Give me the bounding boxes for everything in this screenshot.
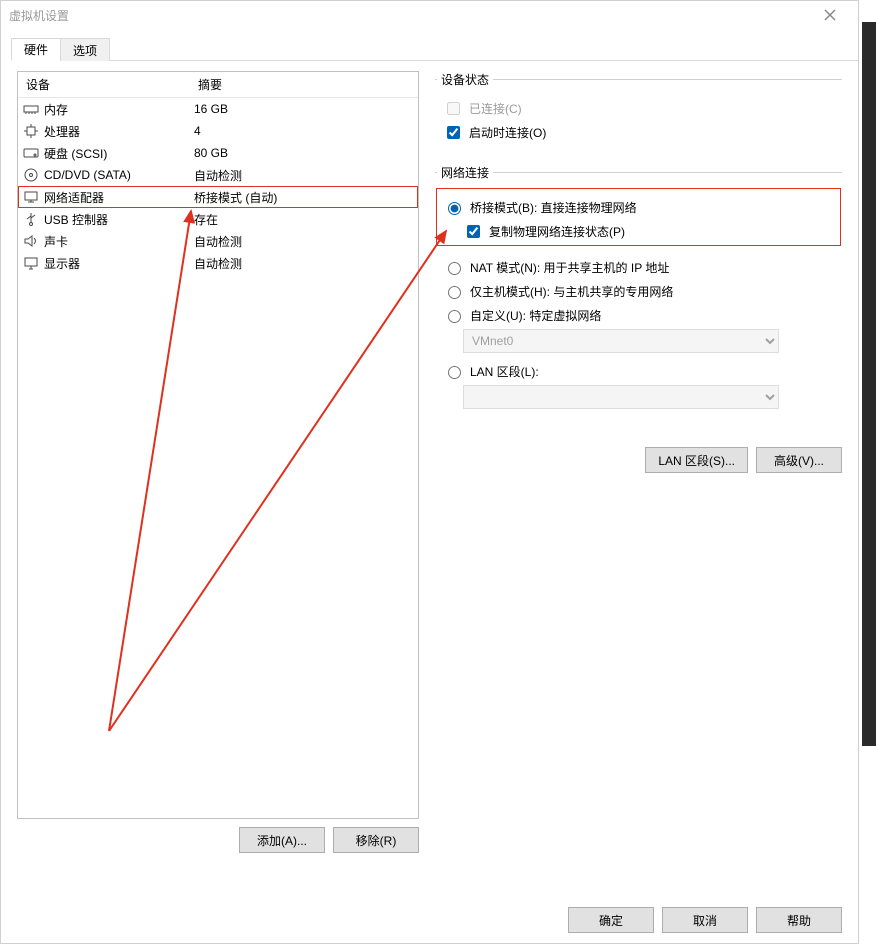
usb-icon <box>22 210 40 228</box>
device-name: 处理器 <box>44 123 194 140</box>
device-status-group: 设备状态 已连接(C) 启动时连接(O) <box>435 71 842 158</box>
hostonly-row: 仅主机模式(H): 与主机共享的专用网络 <box>437 279 840 303</box>
col-summary: 摘要 <box>198 76 410 93</box>
device-name: 内存 <box>44 101 194 118</box>
device-row-cpu[interactable]: 处理器 4 <box>18 120 418 142</box>
cpu-icon <box>22 122 40 140</box>
disk-icon <box>22 144 40 162</box>
device-summary: 自动检测 <box>194 167 414 184</box>
bridged-radio[interactable] <box>448 202 461 215</box>
hostonly-radio[interactable] <box>448 286 461 299</box>
lanseg-radio[interactable] <box>448 366 461 379</box>
device-name: 显示器 <box>44 255 194 272</box>
device-row-usb[interactable]: USB 控制器 存在 <box>18 208 418 230</box>
connected-checkbox <box>447 102 460 115</box>
bridged-highlight-box: 桥接模式(B): 直接连接物理网络 复制物理网络连接状态(P) <box>437 189 840 245</box>
device-row-disk[interactable]: 硬盘 (SCSI) 80 GB <box>18 142 418 164</box>
device-summary: 4 <box>194 124 414 138</box>
device-list-header: 设备 摘要 <box>18 72 418 98</box>
nat-radio[interactable] <box>448 262 461 275</box>
custom-label[interactable]: 自定义(U): 特定虚拟网络 <box>470 307 601 324</box>
connect-at-power-checkbox[interactable] <box>447 126 460 139</box>
nat-row: NAT 模式(N): 用于共享主机的 IP 地址 <box>437 255 840 279</box>
connect-at-power-row: 启动时连接(O) <box>437 120 840 144</box>
bridged-row: 桥接模式(B): 直接连接物理网络 <box>437 195 834 219</box>
close-button[interactable] <box>810 1 850 29</box>
dialog-body: 设备 摘要 内存 16 GB 处理器 4 硬盘 (SCSI) 80 <box>1 61 858 873</box>
connect-at-power-label[interactable]: 启动时连接(O) <box>469 124 546 141</box>
device-row-sound[interactable]: 声卡 自动检测 <box>18 230 418 252</box>
device-row-network[interactable]: 网络适配器 桥接模式 (自动) <box>18 186 418 208</box>
lanseg-select <box>463 385 779 409</box>
background-strip <box>862 22 876 746</box>
display-icon <box>22 254 40 272</box>
lanseg-label[interactable]: LAN 区段(L): <box>470 363 539 380</box>
custom-row: 自定义(U): 特定虚拟网络 <box>437 303 840 327</box>
right-panel: 设备状态 已连接(C) 启动时连接(O) 网络连接 桥接模式(B): 直 <box>419 71 842 873</box>
left-buttons: 添加(A)... 移除(R) <box>17 827 419 853</box>
tab-options[interactable]: 选项 <box>60 38 110 61</box>
network-icon <box>22 188 40 206</box>
nat-label[interactable]: NAT 模式(N): 用于共享主机的 IP 地址 <box>470 259 669 276</box>
hostonly-label[interactable]: 仅主机模式(H): 与主机共享的专用网络 <box>470 283 673 300</box>
device-name: 声卡 <box>44 233 194 250</box>
network-legend: 网络连接 <box>437 164 493 181</box>
device-name: CD/DVD (SATA) <box>44 168 194 182</box>
connected-label: 已连接(C) <box>469 100 522 117</box>
memory-icon <box>22 100 40 118</box>
right-buttons: LAN 区段(S)... 高级(V)... <box>435 447 842 473</box>
ok-button[interactable]: 确定 <box>568 907 654 933</box>
window-title: 虚拟机设置 <box>9 7 69 24</box>
close-icon <box>824 9 836 21</box>
sound-icon <box>22 232 40 250</box>
device-summary: 80 GB <box>194 146 414 160</box>
remove-button[interactable]: 移除(R) <box>333 827 419 853</box>
lanseg-row: LAN 区段(L): <box>437 359 840 383</box>
cd-icon <box>22 166 40 184</box>
device-summary: 存在 <box>194 211 414 228</box>
bridged-label[interactable]: 桥接模式(B): 直接连接物理网络 <box>470 199 637 216</box>
connected-row: 已连接(C) <box>437 96 840 120</box>
lan-segments-button[interactable]: LAN 区段(S)... <box>645 447 748 473</box>
device-name: 网络适配器 <box>44 189 194 206</box>
advanced-button[interactable]: 高级(V)... <box>756 447 842 473</box>
left-panel: 设备 摘要 内存 16 GB 处理器 4 硬盘 (SCSI) 80 <box>17 71 419 873</box>
replicate-label[interactable]: 复制物理网络连接状态(P) <box>489 223 625 240</box>
custom-vmnet-select: VMnet0 <box>463 329 779 353</box>
device-summary: 自动检测 <box>194 255 414 272</box>
add-button[interactable]: 添加(A)... <box>239 827 325 853</box>
cancel-button[interactable]: 取消 <box>662 907 748 933</box>
titlebar: 虚拟机设置 <box>1 1 858 29</box>
tab-strip: 硬件 选项 <box>11 37 858 61</box>
col-device: 设备 <box>26 76 198 93</box>
device-status-legend: 设备状态 <box>437 71 493 88</box>
device-row-cd[interactable]: CD/DVD (SATA) 自动检测 <box>18 164 418 186</box>
device-row-display[interactable]: 显示器 自动检测 <box>18 252 418 274</box>
vm-settings-window: 虚拟机设置 硬件 选项 设备 摘要 内存 16 GB <box>0 0 859 944</box>
device-summary: 16 GB <box>194 102 414 116</box>
device-row-memory[interactable]: 内存 16 GB <box>18 98 418 120</box>
device-name: USB 控制器 <box>44 211 194 228</box>
replicate-checkbox[interactable] <box>467 225 480 238</box>
tab-hardware[interactable]: 硬件 <box>11 38 61 61</box>
device-list[interactable]: 设备 摘要 内存 16 GB 处理器 4 硬盘 (SCSI) 80 <box>17 71 419 819</box>
device-summary: 自动检测 <box>194 233 414 250</box>
network-group: 网络连接 桥接模式(B): 直接连接物理网络 复制物理网络连接状态(P) <box>435 164 842 429</box>
bottom-buttons: 确定 取消 帮助 <box>568 907 842 933</box>
replicate-row: 复制物理网络连接状态(P) <box>437 219 834 243</box>
device-name: 硬盘 (SCSI) <box>44 145 194 162</box>
help-button[interactable]: 帮助 <box>756 907 842 933</box>
custom-radio[interactable] <box>448 310 461 323</box>
device-summary: 桥接模式 (自动) <box>194 189 414 206</box>
